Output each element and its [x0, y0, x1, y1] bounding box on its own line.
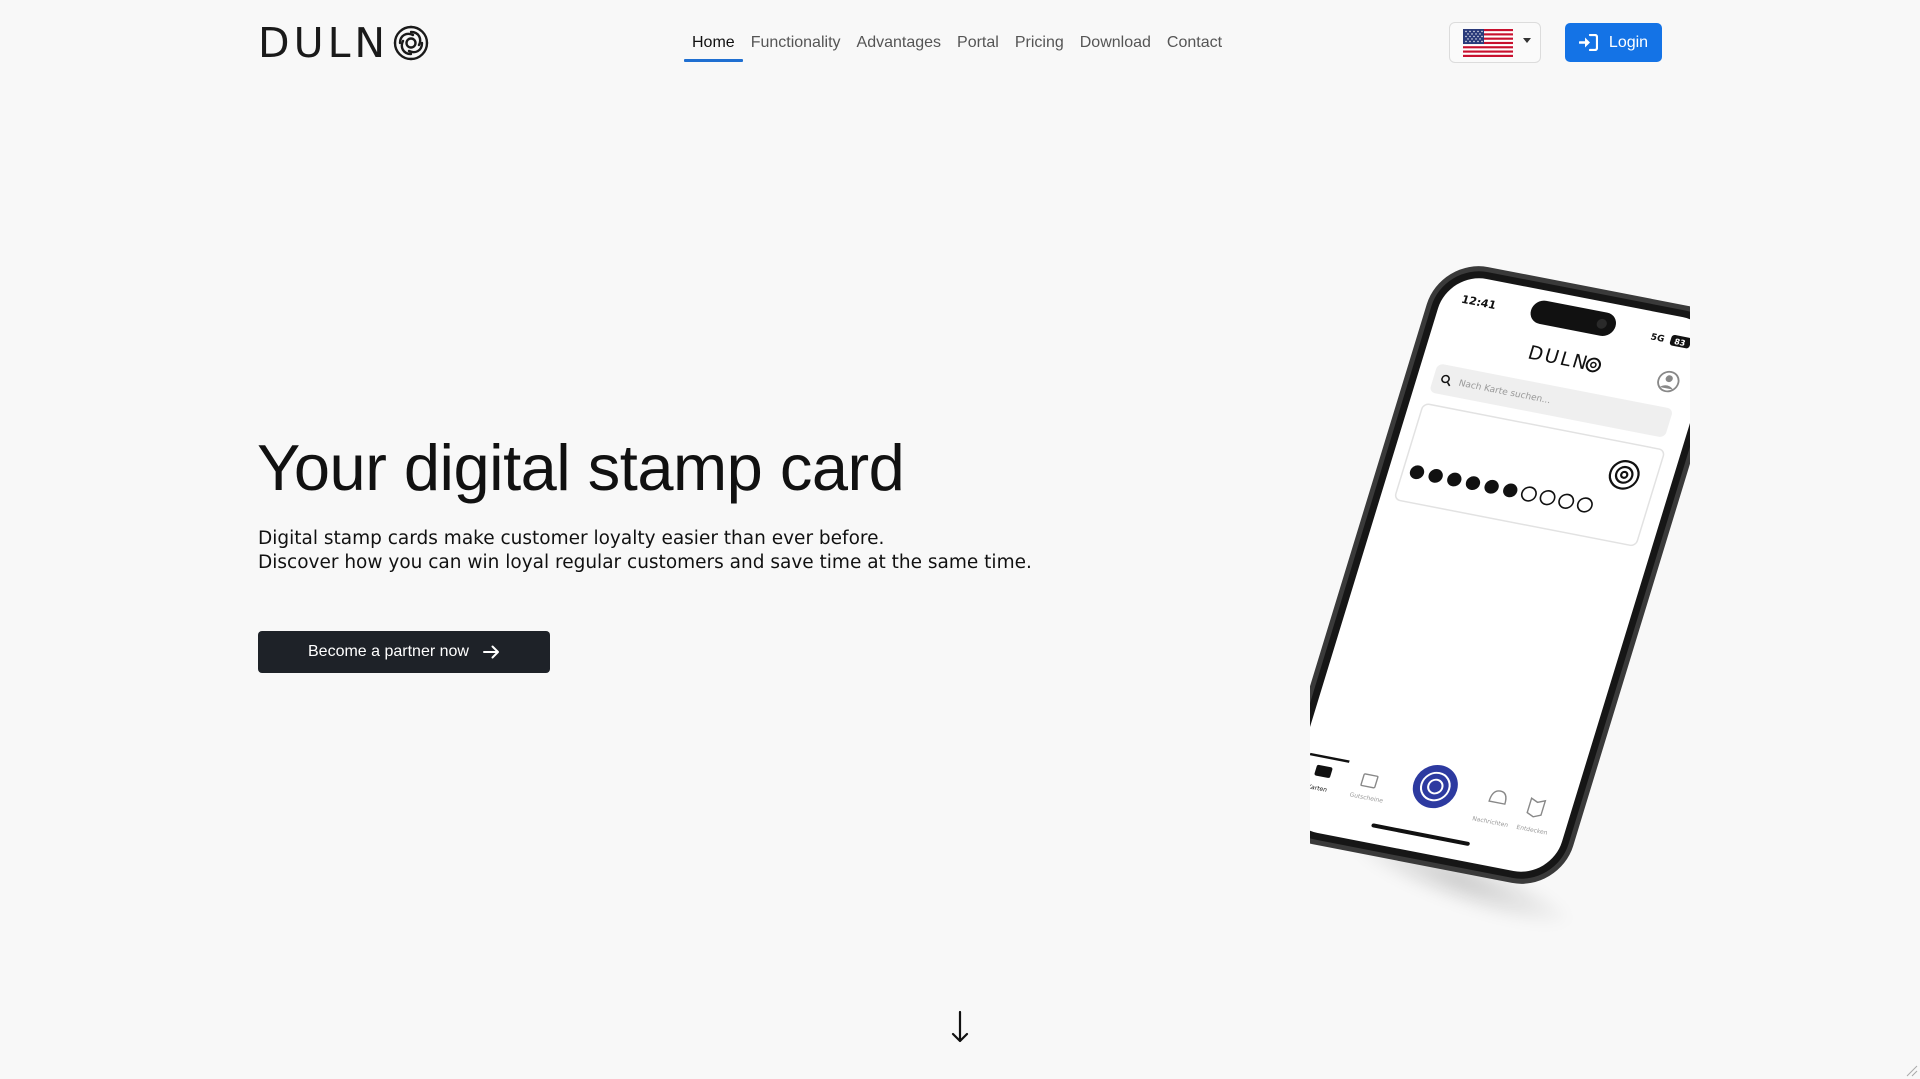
hero-subtitle-line-2: Discover how you can win loyal regular c… [258, 552, 1032, 573]
hero-title: Your digital stamp card [257, 431, 905, 504]
sign-in-icon [1578, 34, 1598, 51]
nav-contact[interactable]: Contact [1159, 30, 1230, 62]
nav-home[interactable]: Home [684, 30, 743, 62]
hero-subtitle-line-1: Digital stamp cards make customer loyalt… [258, 528, 885, 549]
arrow-right-icon [482, 645, 499, 659]
nav-download[interactable]: Download [1072, 30, 1159, 62]
hero-subtitle: Digital stamp cards make customer loyalt… [258, 527, 1032, 575]
us-flag-icon [1463, 28, 1513, 57]
nav-pricing[interactable]: Pricing [1007, 30, 1072, 62]
main-nav: Home Functionality Advantages Portal Pri… [684, 30, 1230, 62]
cta-label: Become a partner now [308, 643, 469, 660]
chevron-down-icon [1523, 38, 1531, 43]
nav-portal[interactable]: Portal [949, 30, 1007, 62]
become-partner-button[interactable]: Become a partner now [258, 631, 550, 673]
login-button[interactable]: Login [1565, 23, 1662, 62]
logo-text: DULN [258, 18, 390, 67]
login-label: Login [1608, 33, 1649, 51]
logo[interactable]: DULN [258, 22, 431, 64]
language-selector[interactable] [1449, 22, 1541, 63]
resize-grip-icon [1906, 1065, 1918, 1077]
nav-advantages[interactable]: Advantages [849, 30, 950, 62]
scroll-down-arrow-icon[interactable] [950, 1010, 970, 1044]
phone-mockup: 12:41 5G 83 DULN Nach Karte suchen... Ka… [1310, 266, 1690, 884]
logo-swirl-icon [393, 25, 429, 61]
nav-functionality[interactable]: Functionality [743, 30, 849, 62]
